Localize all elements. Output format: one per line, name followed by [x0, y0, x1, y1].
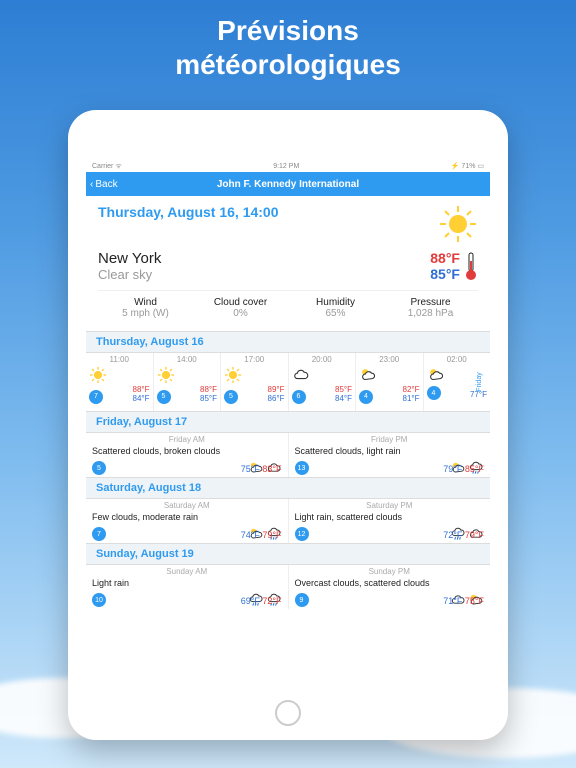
halfday-temps: 71°F 75°F — [295, 596, 485, 606]
hourly-cell[interactable]: 20:00 6 85°F84°F — [289, 353, 357, 411]
metric-wind: Wind5 mph (W) — [98, 291, 193, 325]
halfday-am[interactable]: Friday AM Scattered clouds, broken clouds… — [86, 433, 289, 477]
metrics-row: Wind5 mph (W) Cloud cover0% Humidity65% … — [98, 290, 478, 325]
halfday-temps: 69°F 72°F — [92, 596, 282, 606]
halfday-temps: 72°F 79°F — [295, 530, 485, 540]
halfday-am[interactable]: Saturday AM Few clouds, moderate rain 774°… — [86, 499, 289, 543]
halfday-desc: Scattered clouds, broken clouds — [92, 446, 282, 456]
halfday-desc: Light rain, scattered clouds — [295, 512, 485, 522]
wind-badge: 10 — [92, 593, 106, 607]
halfday-temps: 75°F 83°F — [92, 464, 282, 474]
hourly-cell[interactable]: 17:00 5 89°F86°F — [221, 353, 289, 411]
halfday-am[interactable]: Sunday AM Light rain 1069°F 72°F — [86, 565, 289, 609]
page-title: Prévisions météorologiques — [0, 0, 576, 89]
status-time: 9:12 PM — [273, 163, 299, 170]
halfday-label: Sunday PM — [295, 567, 485, 576]
hour-temps: 85°F84°F — [335, 386, 352, 404]
status-battery: ⚡ 71% ▭ — [451, 162, 484, 170]
day-divider-label: Friday — [476, 372, 483, 391]
weather-icon — [89, 366, 150, 384]
hour-temps: 88°F84°F — [133, 386, 150, 404]
halfday-row: Saturday AM Few clouds, moderate rain 774°… — [86, 499, 490, 543]
wind-badge: 7 — [92, 527, 106, 541]
metric-cloud: Cloud cover0% — [193, 291, 288, 325]
back-label: Back — [95, 179, 117, 190]
wind-badge: 13 — [295, 461, 309, 475]
hourly-cell[interactable]: 11:00 7 88°F84°F — [86, 353, 154, 411]
wind-badge: 5 — [92, 461, 106, 475]
back-button[interactable]: ‹ Back — [86, 179, 118, 190]
hour-temps: 89°F86°F — [268, 386, 285, 404]
halfday-desc: Few clouds, moderate rain — [92, 512, 282, 522]
hour-temps: 77°F — [470, 391, 487, 400]
day-header: Sunday, August 19 — [86, 543, 490, 565]
hourly-cell[interactable]: 23:00 4 82°F81°F — [356, 353, 424, 411]
metric-humidity: Humidity65% — [288, 291, 383, 325]
hour-temps: 88°F85°F — [200, 386, 217, 404]
halfday-pm[interactable]: Friday PM Scattered clouds, light rain 137… — [289, 433, 491, 477]
chevron-left-icon: ‹ — [90, 179, 93, 190]
wind-badge: 6 — [292, 390, 306, 404]
day-header: Friday, August 17 — [86, 411, 490, 433]
temp-low: 85°F — [430, 266, 460, 282]
weather-icon — [157, 366, 218, 384]
hour-time: 14:00 — [157, 355, 218, 364]
home-button[interactable] — [275, 700, 301, 726]
condition-label: Clear sky — [98, 267, 161, 282]
location-label: New York — [98, 250, 161, 267]
status-bar: Carrier ᯤ 9:12 PM ⚡ 71% ▭ — [86, 160, 490, 172]
weather-icon — [292, 366, 353, 384]
hero-date: Thursday, August 16, 14:00 — [98, 204, 279, 220]
halfday-temps: 74°F 79°F — [92, 530, 282, 540]
wind-badge: 5 — [157, 390, 171, 404]
hero-panel: Thursday, August 16, 14:00 New York Clea… — [86, 196, 490, 331]
metric-pressure: Pressure1,028 hPa — [383, 291, 478, 325]
halfday-label: Friday AM — [92, 435, 282, 444]
thermometer-icon — [464, 251, 478, 281]
halfday-temps: 79°F 85°F — [295, 464, 485, 474]
wind-badge: 12 — [295, 527, 309, 541]
halfday-desc: Overcast clouds, scattered clouds — [295, 578, 485, 588]
halfday-label: Sunday AM — [92, 567, 282, 576]
wind-badge: 4 — [427, 386, 441, 400]
hour-time: 20:00 — [292, 355, 353, 364]
day-header: Saturday, August 18 — [86, 477, 490, 499]
nav-bar: ‹ Back John F. Kennedy International — [86, 172, 490, 196]
wind-badge: 7 — [89, 390, 103, 404]
carrier-label: Carrier ᯤ — [92, 162, 122, 171]
hourly-header: Thursday, August 16 — [86, 331, 490, 353]
hero-temps: 88°F 85°F — [430, 250, 478, 282]
halfday-desc: Light rain — [92, 578, 282, 588]
wind-badge: 5 — [224, 390, 238, 404]
halfday-label: Saturday PM — [295, 501, 485, 510]
hour-time: 17:00 — [224, 355, 285, 364]
temp-high: 88°F — [430, 250, 460, 266]
halfday-pm[interactable]: Saturday PM Light rain, scattered clouds 1… — [289, 499, 491, 543]
hourly-row[interactable]: 11:00 7 88°F84°F 14:00 5 88°F85°F 17:00 5 89°F86… — [86, 353, 490, 411]
halfday-row: Friday AM Scattered clouds, broken clouds… — [86, 433, 490, 477]
hourly-cell[interactable]: 14:00 5 88°F85°F — [154, 353, 222, 411]
hour-time: 02:00 — [427, 355, 488, 364]
halfday-desc: Scattered clouds, light rain — [295, 446, 485, 456]
hour-temps: 82°F81°F — [403, 386, 420, 404]
nav-title: John F. Kennedy International — [217, 179, 359, 190]
weather-icon — [224, 366, 285, 384]
wind-badge: 9 — [295, 593, 309, 607]
halfday-pm[interactable]: Sunday PM Overcast clouds, scattered clou… — [289, 565, 491, 609]
wind-badge: 4 — [359, 390, 373, 404]
app-screen: Carrier ᯤ 9:12 PM ⚡ 71% ▭ ‹ Back John F.… — [86, 160, 490, 688]
sun-icon — [438, 204, 478, 244]
hourly-cell[interactable]: 02:00 4 77°FFriday — [424, 353, 491, 411]
halfday-label: Friday PM — [295, 435, 485, 444]
halfday-row: Sunday AM Light rain 1069°F 72°F Sunday PM O… — [86, 565, 490, 609]
hour-time: 23:00 — [359, 355, 420, 364]
halfday-label: Saturday AM — [92, 501, 282, 510]
device-frame: Carrier ᯤ 9:12 PM ⚡ 71% ▭ ‹ Back John F.… — [68, 110, 508, 740]
weather-icon — [359, 366, 420, 384]
hour-time: 11:00 — [89, 355, 150, 364]
